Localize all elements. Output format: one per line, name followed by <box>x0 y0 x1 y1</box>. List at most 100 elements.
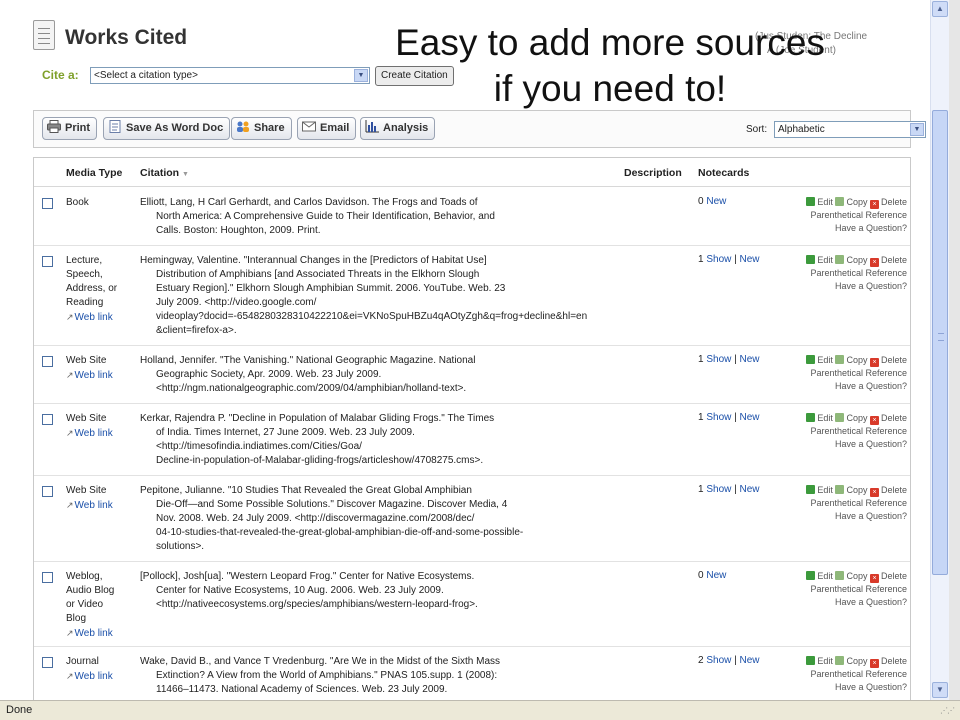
edit-link[interactable]: Edit <box>806 413 833 423</box>
delete-link[interactable]: × Delete <box>869 197 907 209</box>
edit-link[interactable]: Edit <box>806 197 833 207</box>
row-checkbox[interactable] <box>42 414 53 425</box>
notecard-count: 1 <box>698 254 704 265</box>
copy-link[interactable]: Copy <box>835 485 867 495</box>
show-notecards-link[interactable]: Show <box>706 354 731 365</box>
sort-value: Alphabetic <box>778 124 825 135</box>
row-checkbox[interactable] <box>42 486 53 497</box>
resize-grip-icon[interactable]: ⋰⋰ <box>940 706 955 715</box>
new-notecard-link[interactable]: New <box>706 196 726 207</box>
parenthetical-reference-link[interactable]: Parenthetical Reference <box>779 367 907 380</box>
show-notecards-link[interactable]: Show <box>706 484 731 495</box>
delete-link[interactable]: × Delete <box>869 255 907 267</box>
have-a-question-link[interactable]: Have a Question? <box>779 280 907 293</box>
delete-link[interactable]: × Delete <box>869 413 907 425</box>
edit-link[interactable]: Edit <box>806 656 833 666</box>
table-header: Media Type Citation ▼ Description Noteca… <box>34 158 910 187</box>
web-link[interactable]: ↗Web link <box>66 310 136 325</box>
copy-link[interactable]: Copy <box>835 255 867 265</box>
web-link-label: Web link <box>74 671 113 682</box>
show-notecards-link[interactable]: Show <box>706 412 731 423</box>
web-link[interactable]: ↗Web link <box>66 498 136 513</box>
email-button[interactable]: Email <box>297 117 357 140</box>
notecard-count: 0 <box>698 196 704 207</box>
delete-link[interactable]: × Delete <box>869 571 907 583</box>
edit-link-label: Edit <box>817 197 833 207</box>
delete-link[interactable]: × Delete <box>869 355 907 367</box>
column-citation[interactable]: Citation ▼ <box>140 167 189 179</box>
copy-icon <box>835 413 845 422</box>
word-doc-icon <box>108 120 122 133</box>
analysis-button[interactable]: Analysis <box>360 117 436 140</box>
column-description[interactable]: Description <box>624 167 682 179</box>
copy-link[interactable]: Copy <box>835 413 867 423</box>
have-a-question-link[interactable]: Have a Question? <box>779 222 907 235</box>
delete-icon: × <box>869 659 879 668</box>
edit-icon <box>806 656 816 665</box>
chevron-down-icon[interactable]: ▼ <box>910 123 924 136</box>
have-a-question-link[interactable]: Have a Question? <box>779 596 907 609</box>
copy-link[interactable]: Copy <box>835 656 867 666</box>
row-actions: Edit Copy × Delete Parenthetical Reference… <box>779 196 907 235</box>
vertical-scrollbar[interactable]: ▲ ▼ <box>930 0 949 700</box>
email-label: Email <box>320 122 350 134</box>
parenthetical-reference-link[interactable]: Parenthetical Reference <box>779 209 907 222</box>
new-notecard-link[interactable]: New <box>740 655 760 666</box>
parenthetical-reference-link[interactable]: Parenthetical Reference <box>779 668 907 681</box>
share-button[interactable]: Share <box>231 117 292 140</box>
new-notecard-link[interactable]: New <box>740 412 760 423</box>
save-word-button[interactable]: Save As Word Doc <box>103 117 231 140</box>
web-link[interactable]: ↗Web link <box>66 626 136 641</box>
have-a-question-link[interactable]: Have a Question? <box>779 438 907 451</box>
column-notecards[interactable]: Notecards <box>698 167 749 179</box>
citation-cell: [Pollock], Josh[ua]. "Western Leopard Fr… <box>140 570 628 612</box>
scroll-down-icon[interactable]: ▼ <box>932 682 948 698</box>
have-a-question-link[interactable]: Have a Question? <box>779 681 907 694</box>
notecards-cell: 1 Show | New <box>698 484 760 495</box>
have-a-question-link[interactable]: Have a Question? <box>779 380 907 393</box>
row-checkbox[interactable] <box>42 572 53 583</box>
table-row: Web Site ↗Web link Holland, Jennifer. "The… <box>34 346 910 404</box>
edit-icon <box>806 197 816 206</box>
edit-link[interactable]: Edit <box>806 355 833 365</box>
web-link[interactable]: ↗Web link <box>66 368 136 383</box>
row-checkbox[interactable] <box>42 356 53 367</box>
web-link[interactable]: ↗Web link <box>66 426 136 441</box>
row-actions: Edit Copy × Delete Parenthetical Reference… <box>779 570 907 609</box>
edit-link[interactable]: Edit <box>806 571 833 581</box>
scroll-thumb[interactable] <box>932 110 948 575</box>
edit-link-label: Edit <box>817 255 833 265</box>
delete-link-label: Delete <box>880 255 907 265</box>
copy-link[interactable]: Copy <box>835 197 867 207</box>
new-notecard-link[interactable]: New <box>740 254 760 265</box>
new-notecard-link[interactable]: New <box>740 354 760 365</box>
media-type-cell: Journal ↗Web link <box>66 655 136 684</box>
have-a-question-link[interactable]: Have a Question? <box>779 510 907 523</box>
scroll-up-icon[interactable]: ▲ <box>932 1 948 17</box>
show-notecards-link[interactable]: Show <box>706 655 731 666</box>
show-notecards-link[interactable]: Show <box>706 254 731 265</box>
row-checkbox[interactable] <box>42 198 53 209</box>
citation-text: Wake, David B., and Vance T Vredenburg. … <box>140 656 501 667</box>
edit-link[interactable]: Edit <box>806 485 833 495</box>
column-media-type[interactable]: Media Type <box>66 167 122 179</box>
row-checkbox[interactable] <box>42 256 53 267</box>
parenthetical-reference-link[interactable]: Parenthetical Reference <box>779 583 907 596</box>
web-link[interactable]: ↗Web link <box>66 669 136 684</box>
new-notecard-link[interactable]: New <box>740 484 760 495</box>
edit-link[interactable]: Edit <box>806 255 833 265</box>
cite-a-label: Cite a: <box>42 68 79 82</box>
new-notecard-link[interactable]: New <box>706 570 726 581</box>
sort-select[interactable]: Alphabetic ▼ <box>774 121 926 138</box>
row-checkbox[interactable] <box>42 657 53 668</box>
print-button[interactable]: Print <box>42 117 98 140</box>
delete-link[interactable]: × Delete <box>869 656 907 668</box>
delete-link[interactable]: × Delete <box>869 485 907 497</box>
parenthetical-reference-link[interactable]: Parenthetical Reference <box>779 267 907 280</box>
copy-link[interactable]: Copy <box>835 571 867 581</box>
media-type-text: Lecture, <box>66 255 103 266</box>
copy-link[interactable]: Copy <box>835 355 867 365</box>
parenthetical-reference-link[interactable]: Parenthetical Reference <box>779 425 907 438</box>
parenthetical-reference-link[interactable]: Parenthetical Reference <box>779 497 907 510</box>
external-link-icon: ↗ <box>66 370 74 380</box>
